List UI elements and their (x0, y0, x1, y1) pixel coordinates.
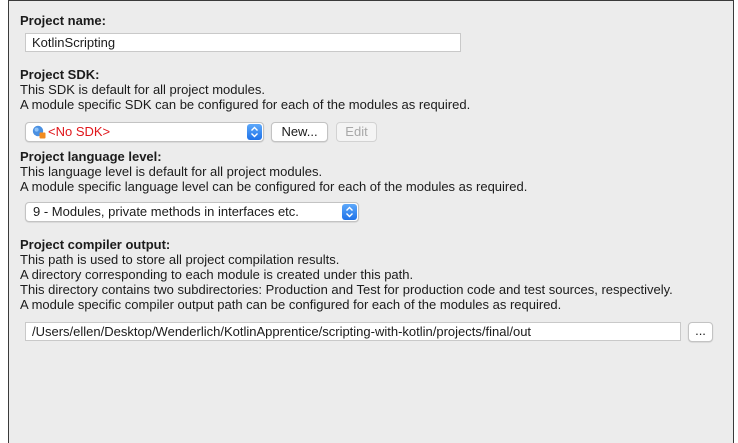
dropdown-arrows-icon (247, 124, 262, 140)
new-sdk-button[interactable]: New... (271, 122, 328, 142)
compiler-output-label: Project compiler output: (20, 237, 171, 252)
project-sdk-label: Project SDK: (20, 67, 100, 82)
sdk-dropdown[interactable]: <No SDK> (25, 122, 264, 142)
compiler-output-desc-line-4: A module specific compiler output path c… (20, 297, 562, 312)
sdk-icon (32, 125, 46, 139)
language-level-label: Project language level: (20, 149, 162, 164)
compiler-output-desc-line-3: This directory contains two subdirectori… (20, 282, 673, 297)
project-sdk-desc-line-2: A module specific SDK can be configured … (20, 97, 471, 112)
project-name-field[interactable]: KotlinScripting (25, 33, 461, 52)
language-level-selected-value: 9 - Modules, private methods in interfac… (33, 204, 299, 219)
language-level-desc-line-2: A module specific language level can be … (20, 179, 528, 194)
project-name-label: Project name: (20, 13, 106, 28)
compiler-output-desc-line-2: A directory corresponding to each module… (20, 267, 414, 282)
language-level-dropdown[interactable]: 9 - Modules, private methods in interfac… (25, 202, 359, 222)
project-sdk-desc-line-1: This SDK is default for all project modu… (20, 82, 265, 97)
compiler-output-desc-line-1: This path is used to store all project c… (20, 252, 340, 267)
dropdown-arrows-icon (342, 204, 357, 220)
language-level-desc-line-1: This language level is default for all p… (20, 164, 323, 179)
browse-button[interactable]: ... (688, 322, 713, 342)
edit-sdk-button[interactable]: Edit (336, 122, 377, 142)
project-settings-panel: Project name: KotlinScripting Project SD… (8, 0, 734, 443)
sdk-selected-value: <No SDK> (48, 124, 111, 139)
compiler-output-path-field[interactable]: /Users/ellen/Desktop/Wenderlich/KotlinAp… (25, 322, 681, 341)
